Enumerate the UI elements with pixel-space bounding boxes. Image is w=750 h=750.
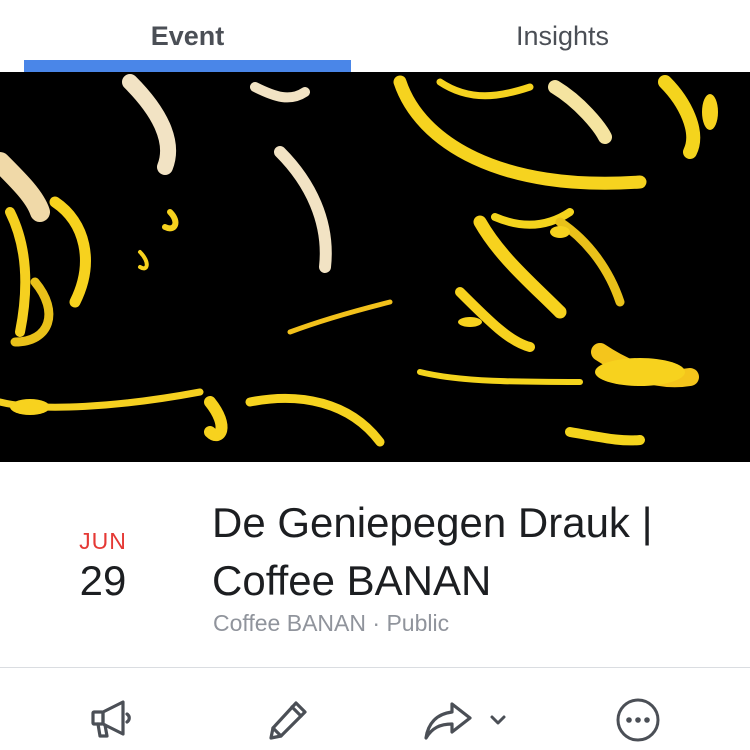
cover-artwork [0,72,750,462]
active-tab-indicator [24,60,351,72]
chevron-down-icon [490,715,506,725]
event-date: JUN 29 [40,528,166,605]
event-month: JUN [79,528,127,554]
meta-separator: · [372,610,381,636]
event-summary: JUN 29 De Geniepegen Drauk | Coffee BANA… [0,462,750,668]
more-options-button[interactable] [608,690,668,750]
event-privacy: Public [386,610,450,636]
event-host[interactable]: Coffee BANAN [213,610,366,636]
more-icon [616,698,660,742]
event-title-line-1: De Geniepegen Drauk | [212,499,653,546]
share-button[interactable] [420,690,510,750]
edit-button[interactable] [258,690,318,750]
event-day: 29 [79,557,127,604]
event-meta: Coffee BANAN · Public [213,610,449,637]
event-cover-photo[interactable] [0,72,750,462]
action-bar [0,668,750,750]
event-title-line-2: Coffee BANAN [212,557,492,604]
promote-button[interactable] [82,690,142,750]
tab-insights[interactable]: Insights [375,0,750,72]
pencil-icon [269,701,307,740]
tab-bar: Event Insights [0,0,750,72]
event-title: De Geniepegen Drauk | Coffee BANAN [212,494,732,610]
megaphone-icon [91,700,131,738]
